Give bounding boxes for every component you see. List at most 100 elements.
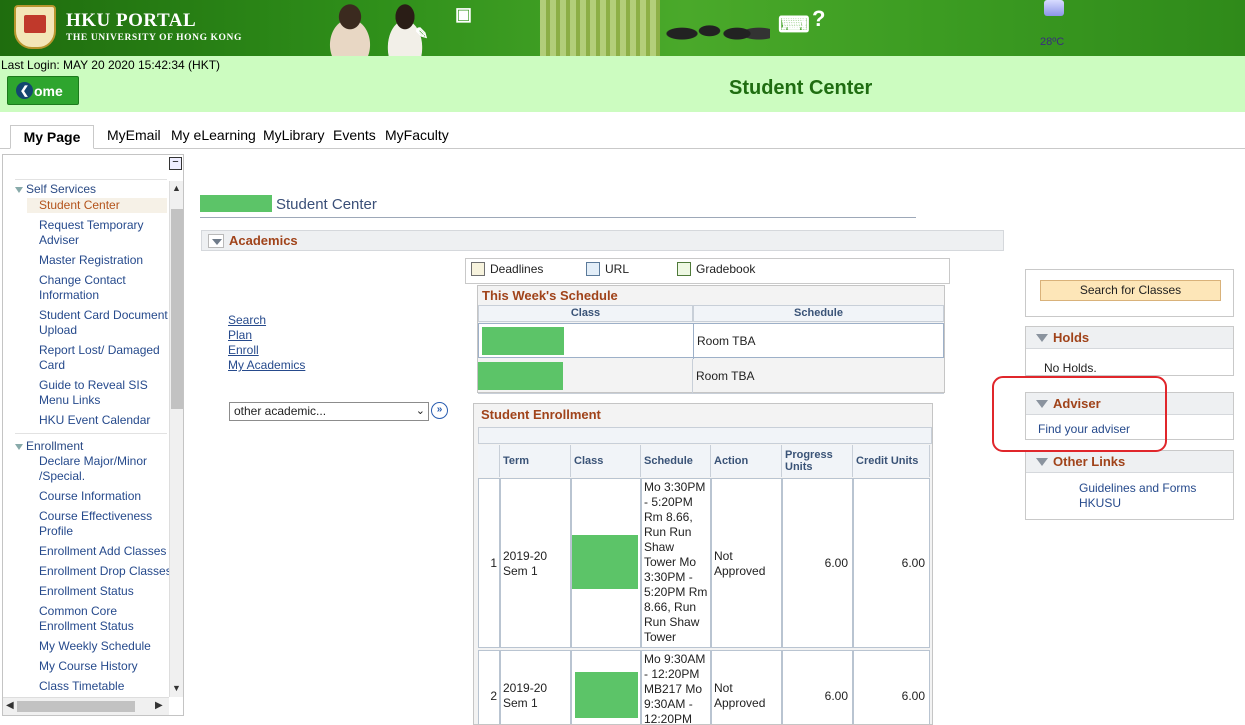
table-row: Room TBA: [478, 323, 944, 359]
scroll-down-icon[interactable]: ▼: [172, 683, 181, 693]
scroll-up-icon[interactable]: ▲: [172, 183, 181, 193]
home-button-label: ome: [34, 82, 63, 99]
cell-divider: [692, 359, 693, 394]
row-number: 1: [478, 478, 500, 648]
chevron-down-icon: ⌄: [415, 405, 425, 417]
sidebar-item-request-temporary-adviser[interactable]: Request Temporary Adviser: [39, 218, 169, 248]
deadlines-link[interactable]: Deadlines: [471, 262, 543, 276]
guidelines-and-forms-link[interactable]: Guidelines and Forms: [1079, 481, 1233, 496]
sidebar-item-report-lost-card[interactable]: Report Lost/ Damaged Card: [39, 343, 169, 373]
sidebar-item-course-effectiveness[interactable]: Course Effectiveness Profile: [39, 509, 169, 539]
schedule-cell: Mo 3:30PM - 5:20PM Rm 8.66, Run Run Shaw…: [641, 478, 711, 648]
academics-label: Academics: [229, 233, 298, 248]
search-link[interactable]: Search: [228, 313, 305, 328]
sidebar-item-enrollment-add[interactable]: Enrollment Add Classes: [39, 544, 169, 560]
scroll-right-icon[interactable]: ▶: [155, 700, 163, 711]
highlight-annotation: [992, 376, 1167, 452]
sidebar-item-student-center[interactable]: Student Center: [27, 198, 167, 213]
scrollbar-thumb[interactable]: [171, 209, 183, 409]
banner-tool-icon: ✎: [415, 26, 429, 43]
search-for-classes-button[interactable]: Search for Classes: [1040, 280, 1221, 301]
sidebar-item-enrollment-drop[interactable]: Enrollment Drop Classes: [39, 564, 169, 580]
collapse-menu-button[interactable]: −: [169, 157, 182, 170]
nav-divider: [15, 179, 167, 180]
hku-crest-logo: [14, 5, 56, 49]
sidebar-horizontal-scrollbar[interactable]: ◀ ▶: [3, 697, 169, 715]
holds-title: Holds: [1053, 330, 1090, 345]
go-button[interactable]: »: [431, 402, 448, 419]
sidebar-group-self-services[interactable]: Self Services: [15, 182, 96, 196]
column-header-class: Class: [571, 445, 641, 477]
weather-widget: 28ºC: [1040, 0, 1070, 56]
progress-units-cell: 6.00: [782, 478, 853, 648]
portal-brand: HKU PORTAL THE UNIVERSITY OF HONG KONG: [66, 10, 242, 43]
sidebar-group-enrollment[interactable]: Enrollment: [15, 439, 83, 453]
hkusu-link[interactable]: HKUSU: [1079, 496, 1233, 511]
redacted-class-block: [478, 362, 563, 390]
banner-clipboard-icon: ▣: [455, 4, 473, 24]
tab-mylibrary[interactable]: MyLibrary: [263, 127, 324, 143]
redacted-class-block: [572, 535, 638, 589]
portal-subtitle: THE UNIVERSITY OF HONG KONG: [66, 33, 242, 43]
sidebar-item-student-card-upload[interactable]: Student Card Document Upload: [39, 308, 169, 340]
other-links-panel: Other Links Guidelines and Forms HKUSU: [1025, 450, 1234, 520]
scrollbar-thumb[interactable]: [17, 701, 135, 712]
column-header-credit-units: Credit Units: [853, 445, 930, 477]
tab-myfaculty[interactable]: MyFaculty: [385, 127, 449, 143]
sidebar-item-course-information[interactable]: Course Information: [39, 489, 169, 504]
other-academic-select[interactable]: other academic... ⌄: [229, 402, 429, 421]
student-enrollment: Student Enrollment Term Class Schedule A…: [473, 403, 933, 725]
student-enrollment-title: Student Enrollment: [481, 407, 601, 422]
sidebar-item-my-weekly-schedule[interactable]: My Weekly Schedule: [39, 639, 169, 654]
schedule-cell: Room TBA: [697, 334, 756, 348]
sidebar-item-change-contact-information[interactable]: Change Contact Information: [39, 273, 169, 303]
column-header-row-number: [478, 445, 500, 477]
other-links-title: Other Links: [1053, 454, 1126, 469]
expand-triangle-icon: [15, 443, 23, 450]
redacted-class-block: [575, 672, 638, 718]
this-weeks-schedule: This Week's Schedule Class Schedule Room…: [477, 285, 945, 394]
gradebook-link[interactable]: Gradebook: [677, 262, 755, 276]
column-header-schedule: Schedule: [641, 445, 711, 477]
progress-units-cell: 6.00: [782, 650, 853, 724]
tab-my-elearning[interactable]: My eLearning: [171, 127, 256, 143]
column-header-progress-units: Progress Units: [782, 445, 853, 477]
tab-my-page[interactable]: My Page: [10, 125, 94, 149]
nav-divider: [15, 433, 167, 434]
plan-link[interactable]: Plan: [228, 328, 305, 343]
sidebar-vertical-scrollbar[interactable]: ▲ ▼: [169, 181, 183, 697]
tab-events[interactable]: Events: [333, 127, 376, 143]
home-button[interactable]: ❮ ome: [7, 76, 79, 105]
schedule-cell: Room TBA: [696, 369, 755, 383]
portal-tabs: My Page MyEmail My eLearning MyLibrary E…: [0, 125, 1245, 149]
class-cell: [571, 478, 641, 648]
sidebar-item-class-timetable[interactable]: Class Timetable: [39, 679, 169, 694]
portal-banner: HKU PORTAL THE UNIVERSITY OF HONG KONG ▣…: [0, 0, 1245, 56]
column-header-term: Term: [500, 445, 571, 477]
sidebar-item-guide-reveal-sis[interactable]: Guide to Reveal SIS Menu Links: [39, 378, 169, 410]
schedule-cell: Mo 9:30AM - 12:20PM MB217 Mo 9:30AM - 12…: [641, 650, 711, 724]
this-weeks-schedule-title: This Week's Schedule: [482, 288, 618, 303]
sidebar-item-my-course-history[interactable]: My Course History: [39, 659, 169, 674]
scroll-left-icon[interactable]: ◀: [6, 700, 14, 711]
sidebar-item-common-core-status[interactable]: Common Core Enrollment Status: [39, 604, 169, 634]
select-value: other academic...: [234, 404, 327, 418]
sidebar-item-master-registration[interactable]: Master Registration: [39, 253, 169, 268]
temperature-readout: 28ºC: [1040, 36, 1065, 48]
portal-title: HKU PORTAL: [66, 10, 197, 31]
holds-header[interactable]: Holds: [1026, 327, 1233, 349]
other-links-header[interactable]: Other Links: [1026, 451, 1233, 473]
collapse-academics-button[interactable]: [208, 234, 224, 248]
enroll-link[interactable]: Enroll: [228, 343, 305, 358]
url-link[interactable]: URL: [586, 262, 629, 276]
holds-text: No Holds.: [1044, 361, 1097, 375]
sidebar-item-enrollment-status[interactable]: Enrollment Status: [39, 584, 169, 599]
sidebar-item-hku-event-calendar[interactable]: HKU Event Calendar: [39, 413, 169, 428]
sidebar-item-declare-major[interactable]: Declare Major/Minor /Special.: [39, 454, 169, 484]
tab-myemail[interactable]: MyEmail: [107, 127, 161, 143]
action-cell: Not Approved: [711, 650, 782, 724]
expand-triangle-icon: [15, 186, 23, 193]
my-academics-link[interactable]: My Academics: [228, 358, 305, 373]
row-number: 2: [478, 650, 500, 724]
redacted-name-block: [200, 195, 272, 212]
